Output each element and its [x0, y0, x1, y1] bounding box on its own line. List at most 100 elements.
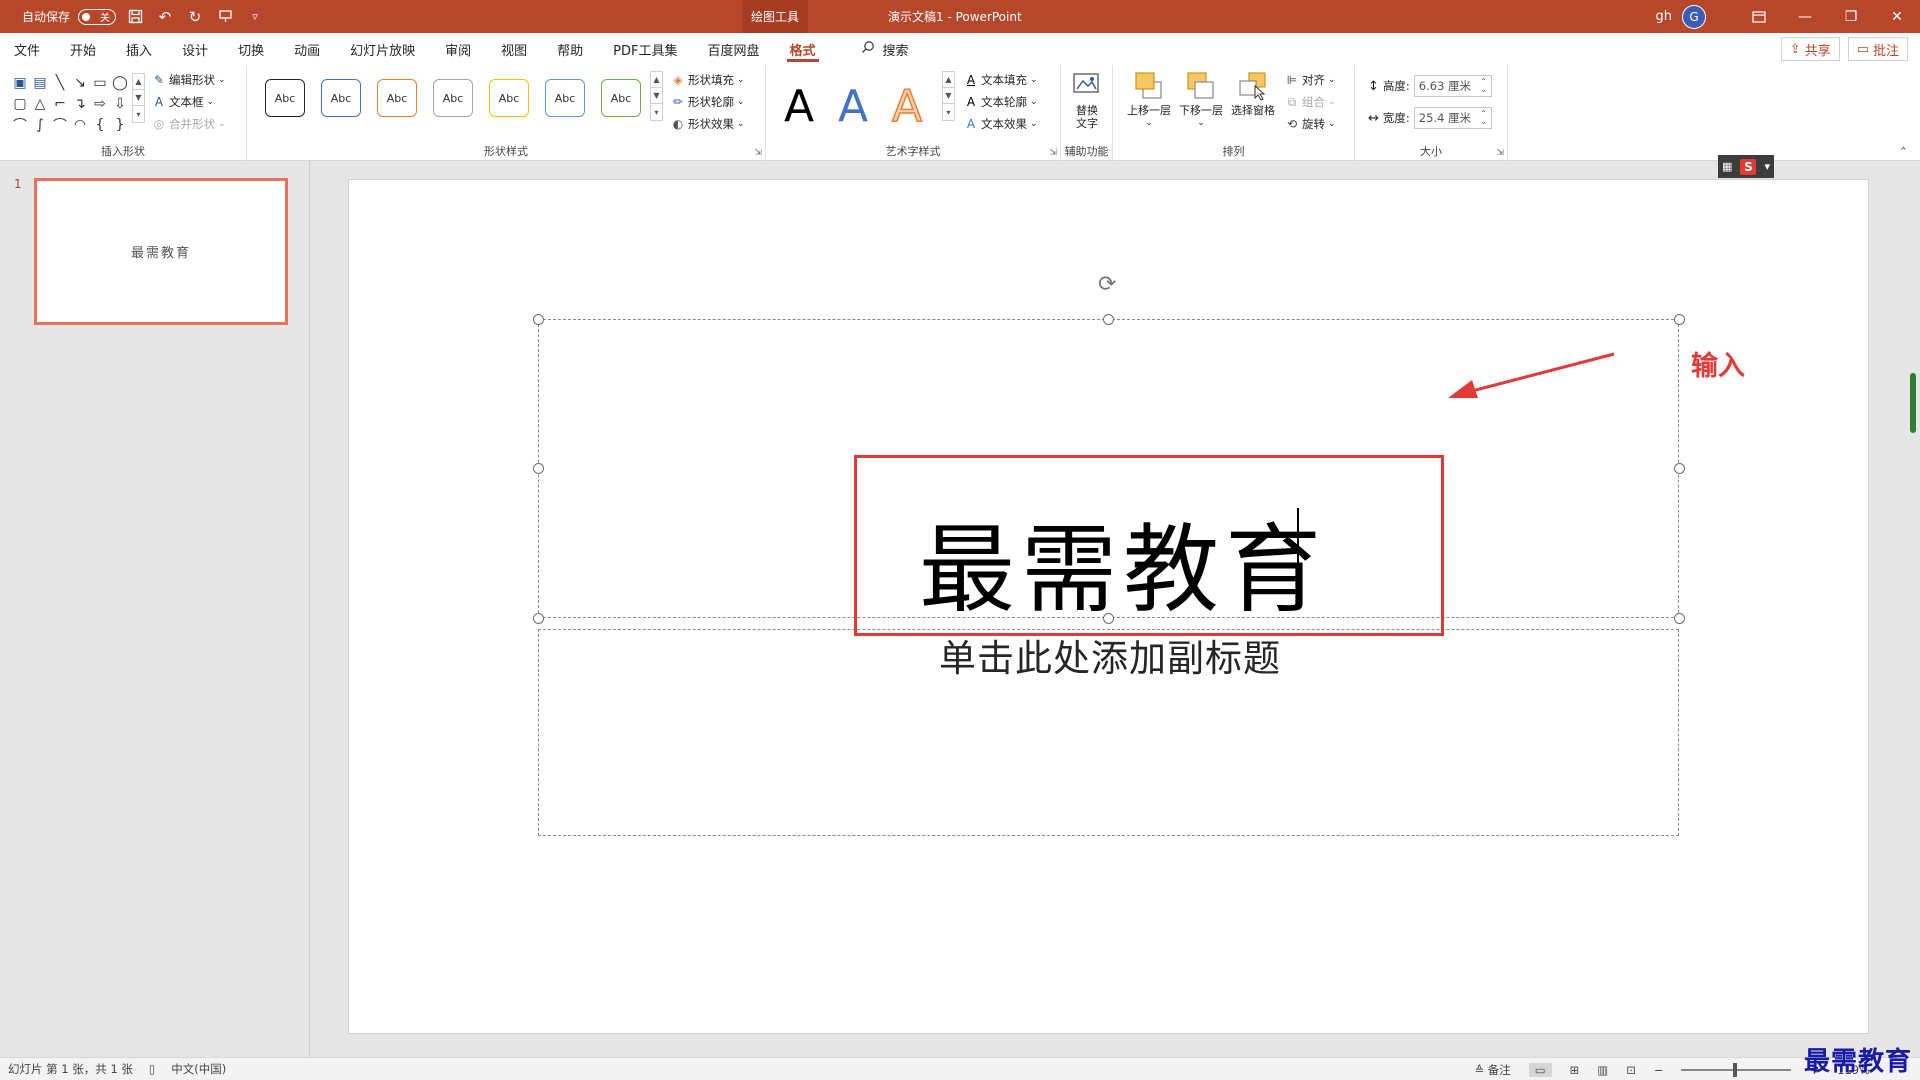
user-name[interactable]: gh [1656, 9, 1673, 24]
shape-style-preset-2[interactable]: Abc [321, 79, 361, 117]
search-box[interactable]: 搜索 [861, 40, 909, 59]
notes-button[interactable]: ≙ 备注 [1475, 1062, 1511, 1078]
elbow-arrow-shape-icon[interactable]: ↴ [70, 93, 90, 114]
send-backward-button[interactable]: 下移一层 ⌄ [1179, 70, 1223, 130]
scroll-down-icon[interactable]: ▼ [943, 88, 954, 104]
save-icon[interactable] [124, 6, 146, 28]
tab-insert[interactable]: 插入 [111, 33, 167, 65]
resize-handle-top-left[interactable] [533, 314, 544, 325]
reading-view-icon[interactable]: ▥ [1597, 1063, 1608, 1077]
align-button[interactable]: ⊫ 对齐 ⌄ [1285, 69, 1336, 91]
rounded-rectangle-shape-icon[interactable]: ▢ [10, 93, 30, 114]
close-icon[interactable]: ✕ [1874, 0, 1920, 33]
shape-style-gallery-scroll[interactable]: ▲ ▼ ▾ [650, 71, 663, 121]
rectangle-shape-icon[interactable]: ▭ [90, 72, 110, 93]
curve-shape-icon[interactable]: ⌒ [50, 114, 70, 135]
tab-baidu-netdisk[interactable]: 百度网盘 [692, 33, 774, 65]
present-from-beginning-icon[interactable] [214, 6, 236, 28]
normal-view-icon[interactable]: ▭ [1528, 1062, 1552, 1077]
scroll-down-icon[interactable]: ▼ [651, 88, 662, 104]
resize-handle-middle-right[interactable] [1674, 463, 1685, 474]
textbox-shape-icon[interactable]: ▣ [10, 72, 30, 93]
right-brace-shape-icon[interactable]: } [110, 114, 130, 135]
resize-handle-top-center[interactable] [1103, 314, 1114, 325]
more-icon[interactable]: ▾ [943, 104, 954, 120]
chevron-down-icon[interactable]: ▾ [1764, 160, 1770, 173]
slide-canvas[interactable]: ⟳ 最需教育 单击此处添加副标题 输入 [348, 179, 1869, 1034]
shape-outline-button[interactable]: ✏ 形状轮廓 ⌄ [671, 91, 745, 113]
slide-sorter-icon[interactable]: ⊞ [1570, 1063, 1580, 1077]
shape-effects-button[interactable]: ◐ 形状效果 ⌄ [671, 113, 745, 135]
shape-style-preset-7[interactable]: Abc [601, 79, 641, 117]
minimize-icon[interactable]: — [1782, 0, 1828, 33]
text-box-button[interactable]: A 文本框 ⌄ [152, 91, 226, 113]
shape-fill-button[interactable]: ◈ 形状填充 ⌄ [671, 69, 744, 91]
ime-toolbar[interactable]: ▦ S ▾ [1718, 155, 1774, 178]
freeform-shape-icon[interactable]: ⌒ [10, 114, 30, 135]
slide-thumbnail[interactable]: 最需教育 [34, 178, 288, 325]
scroll-up-icon[interactable]: ▲ [651, 72, 662, 88]
down-arrow-shape-icon[interactable]: ⇩ [110, 93, 130, 114]
comments-button[interactable]: ▭ 批注 [1847, 37, 1908, 61]
scroll-up-icon[interactable]: ▲ [943, 72, 954, 88]
alt-text-button[interactable]: 替换 文字 [1071, 70, 1103, 130]
height-input[interactable]: 6.63 厘米 ⌃ ⌄ [1413, 75, 1492, 97]
sogou-ime-icon[interactable]: S [1740, 158, 1757, 175]
elbow-connector-shape-icon[interactable]: ⌐ [50, 93, 70, 114]
tab-format[interactable]: 格式 [775, 33, 831, 65]
shape-style-preset-6[interactable]: Abc [545, 79, 585, 117]
text-outline-button[interactable]: A 文本轮廓 ⌄ [964, 91, 1038, 113]
share-button[interactable]: ⇪ 共享 [1780, 37, 1840, 61]
resize-handle-bottom-left[interactable] [533, 613, 544, 624]
right-arrow-shape-icon[interactable]: ⇨ [90, 93, 110, 114]
shape-style-preset-3[interactable]: Abc [377, 79, 417, 117]
keyboard-icon[interactable]: ▦ [1722, 160, 1732, 173]
scroll-up-icon[interactable]: ▲ [133, 74, 144, 90]
undo-icon[interactable]: ↶ [154, 6, 176, 28]
resize-handle-middle-left[interactable] [533, 463, 544, 474]
ribbon-display-options-icon[interactable] [1736, 0, 1782, 33]
more-icon[interactable]: ▾ [133, 106, 144, 122]
redo-icon[interactable]: ↻ [184, 6, 206, 28]
wordart-style-orange-outline[interactable]: A [891, 80, 923, 133]
scroll-down-icon[interactable]: ▼ [133, 90, 144, 106]
spinner-icon[interactable]: ⌃ ⌄ [1480, 78, 1487, 94]
slideshow-icon[interactable]: ⊡ [1626, 1063, 1636, 1077]
group-button[interactable]: ⧉ 组合 ⌄ [1285, 91, 1336, 113]
avatar[interactable]: G [1682, 4, 1706, 29]
tab-design[interactable]: 设计 [167, 33, 223, 65]
restore-icon[interactable]: ❐ [1828, 0, 1874, 33]
language-indicator[interactable]: 中文(中国) [171, 1061, 226, 1077]
merge-shapes-button[interactable]: ◎ 合并形状 ⌄ [152, 113, 226, 135]
line-shape-icon[interactable]: ╲ [50, 72, 70, 93]
shape-gallery[interactable]: ▣ ▤ ╲ ↘ ▭ ◯ ▢ △ ⌐ ↴ ⇨ ⇩ ⌒ ∫ ⌒ ◠ { } [10, 72, 130, 135]
tab-slideshow[interactable]: 幻灯片放映 [335, 33, 430, 65]
arrow-line-shape-icon[interactable]: ↘ [70, 72, 90, 93]
selection-pane-button[interactable]: 选择窗格 [1231, 70, 1275, 117]
resize-handle-top-right[interactable] [1674, 314, 1685, 325]
text-fill-button[interactable]: A 文本填充 ⌄ [964, 69, 1038, 91]
text-effects-button[interactable]: A 文本效果 ⌄ [964, 113, 1038, 135]
oval-shape-icon[interactable]: ◯ [110, 72, 130, 93]
zoom-slider[interactable] [1681, 1062, 1792, 1077]
wordart-style-blue[interactable]: A [838, 81, 868, 132]
shape-style-preset-5[interactable]: Abc [489, 79, 529, 117]
tab-view[interactable]: 视图 [486, 33, 542, 65]
shape-gallery-scroll[interactable]: ▲ ▼ ▾ [132, 73, 145, 123]
zoom-out-icon[interactable]: − [1654, 1063, 1664, 1077]
spinner-icon[interactable]: ⌃ ⌄ [1480, 110, 1487, 126]
rotate-button[interactable]: ⟲ 旋转 ⌄ [1285, 113, 1336, 135]
vertical-scrollbar[interactable] [1910, 373, 1916, 433]
shape-style-preset-4[interactable]: Abc [433, 79, 473, 117]
scribble-shape-icon[interactable]: ∫ [30, 114, 50, 135]
tab-home[interactable]: 开始 [55, 33, 111, 65]
tab-animations[interactable]: 动画 [279, 33, 335, 65]
shape-style-preset-1[interactable]: Abc [265, 79, 305, 117]
triangle-shape-icon[interactable]: △ [30, 93, 50, 114]
tab-pdf-tools[interactable]: PDF工具集 [598, 33, 692, 65]
width-input[interactable]: 25.4 厘米 ⌃ ⌄ [1413, 107, 1492, 129]
tab-review[interactable]: 审阅 [430, 33, 486, 65]
bring-forward-button[interactable]: 上移一层 ⌄ [1127, 70, 1171, 130]
tab-file[interactable]: 文件 [0, 33, 55, 65]
more-icon[interactable]: ▾ [651, 104, 662, 120]
